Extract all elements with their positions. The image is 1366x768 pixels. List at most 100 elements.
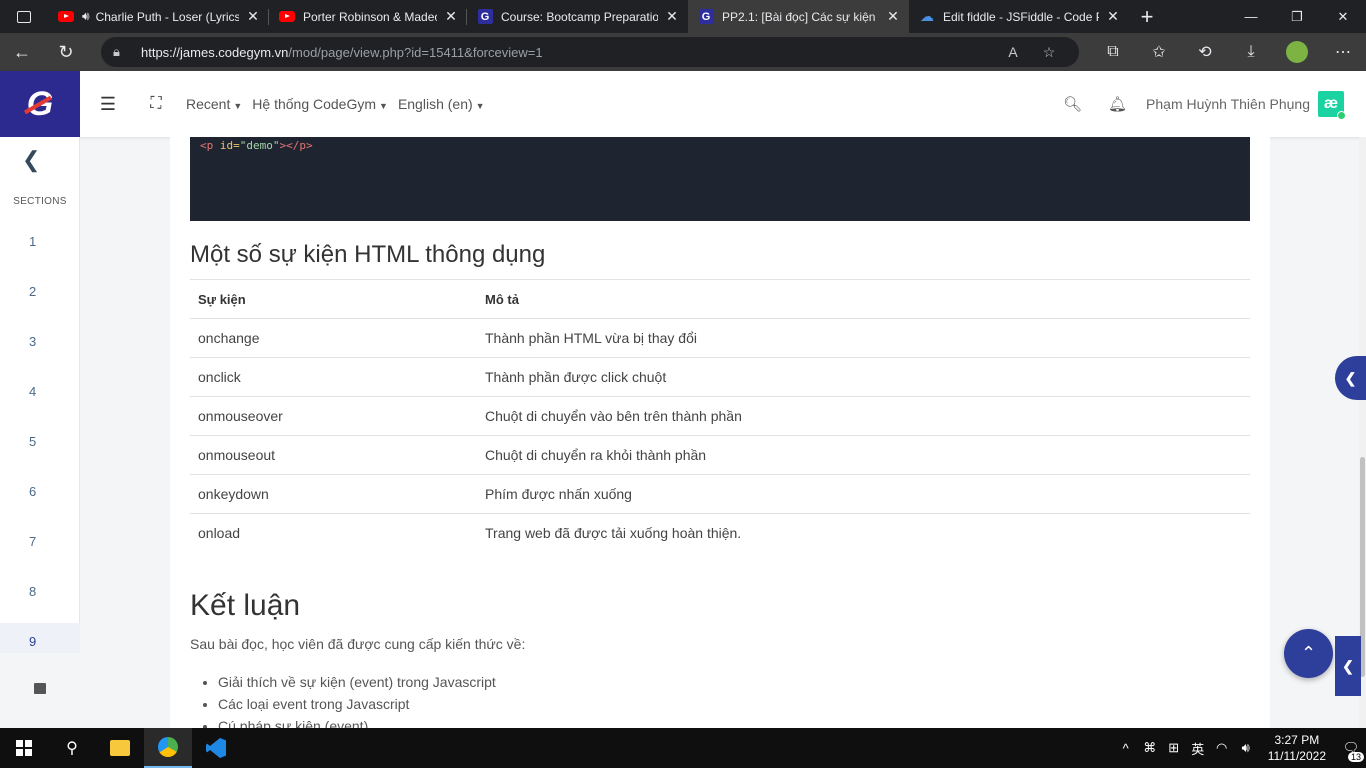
section-link[interactable]: 4: [0, 373, 80, 409]
close-icon: ✕: [1337, 8, 1349, 24]
close-icon[interactable]: ✕: [245, 8, 261, 25]
code-value: "demo": [239, 139, 280, 152]
tab-actions-button[interactable]: [0, 0, 48, 33]
wifi-icon[interactable]: ◠: [1210, 740, 1234, 756]
close-icon[interactable]: ✕: [664, 8, 680, 25]
new-tab-button[interactable]: +: [1129, 0, 1165, 33]
search-taskbar-button[interactable]: ⚲: [48, 728, 96, 768]
logo-mark: G: [26, 84, 54, 123]
caret-down-icon: ▼: [233, 101, 243, 111]
browser-tab[interactable]: G Course: Bootcamp Preparation ✕: [467, 0, 688, 33]
browser-tab[interactable]: 🔊︎ Charlie Puth - Loser (Lyrics) ✕: [48, 0, 269, 33]
close-window-button[interactable]: ✕: [1320, 0, 1366, 33]
event-name-cell: onload: [190, 513, 477, 553]
back-button[interactable]: ←: [0, 33, 44, 71]
clock[interactable]: 3:27 PM 11/11/2022: [1268, 732, 1326, 764]
downloads-button[interactable]: ⤓: [1228, 33, 1274, 71]
restore-button[interactable]: ❐: [1274, 0, 1320, 33]
ime-icon[interactable]: ⊞: [1162, 740, 1186, 756]
network-settings-icon[interactable]: ⌘: [1138, 740, 1162, 756]
conclusion-list: Giải thích về sự kiện (event) trong Java…: [218, 671, 496, 728]
chevron-left-icon[interactable]: ❮: [22, 147, 40, 173]
section-link[interactable]: 7: [0, 523, 80, 559]
notification-bell-icon[interactable]: 🔔︎: [1095, 95, 1140, 113]
section-link[interactable]: 5: [0, 423, 80, 459]
table-row: onmouseout Chuột di chuyển ra khỏi thành …: [190, 435, 1250, 475]
vscode-taskbar-button[interactable]: [192, 728, 240, 768]
youtube-icon: [279, 9, 295, 25]
archive-button[interactable]: [0, 653, 80, 728]
recent-menu[interactable]: Recent ▼: [186, 96, 242, 112]
event-desc-cell: Phím được nhấn xuống: [477, 474, 1250, 514]
audio-playing-icon[interactable]: 🔊︎: [82, 9, 90, 24]
close-icon[interactable]: ✕: [885, 8, 901, 25]
notification-center-button[interactable]: 🗨︎ 13: [1336, 740, 1366, 762]
download-icon: ⤓: [1247, 43, 1255, 60]
profile-avatar[interactable]: [1286, 41, 1308, 63]
table-row: onload Trang web đã được tải xuống hoàn t…: [190, 513, 1250, 553]
fullscreen-button[interactable]: ⛶: [136, 95, 176, 113]
volume-icon[interactable]: 🔊︎: [1234, 740, 1258, 756]
read-aloud-icon[interactable]: A: [995, 44, 1031, 60]
conclusion-heading: Kết luận: [190, 589, 301, 622]
extensions-button[interactable]: ⧉: [1090, 33, 1136, 71]
file-explorer-button[interactable]: [96, 728, 144, 768]
url-text[interactable]: https://james.codegym.vn/mod/page/view.p…: [141, 45, 995, 60]
start-button[interactable]: [0, 728, 48, 768]
browser-tab-active[interactable]: G PP2.1: [Bài đọc] Các sự kiện trong ✕: [688, 0, 909, 33]
section-link[interactable]: 6: [0, 473, 80, 509]
minimize-icon: —: [1244, 9, 1258, 24]
user-name[interactable]: Phạm Huỳnh Thiên Phụng: [1146, 96, 1310, 112]
section-link[interactable]: 1: [0, 223, 80, 259]
close-icon[interactable]: ✕: [443, 8, 459, 25]
plus-icon: +: [1140, 3, 1154, 29]
table-row: onclick Thành phần được click chuột: [190, 357, 1250, 397]
chevron-up-icon[interactable]: ^: [1114, 741, 1138, 756]
close-icon[interactable]: ✕: [1105, 8, 1121, 25]
column-header: Sự kiện: [190, 279, 477, 319]
open-block-drawer-button[interactable]: ❮: [1335, 636, 1361, 696]
codegym-logo[interactable]: G: [0, 71, 80, 137]
sections-label: SECTIONS: [13, 196, 67, 207]
scroll-to-top-button[interactable]: ⌃: [1284, 629, 1333, 678]
jsfiddle-icon: ☁︎: [920, 8, 934, 24]
event-name-cell: onmouseover: [190, 396, 477, 436]
browser-tab[interactable]: Porter Robinson & Madeon - ✕: [269, 0, 467, 33]
section-link[interactable]: 8: [0, 573, 80, 609]
event-name-cell: onclick: [190, 357, 477, 397]
language-icon[interactable]: 英: [1186, 739, 1210, 758]
search-icon: ⚲: [66, 740, 78, 757]
menu-toggle-button[interactable]: ☰: [80, 94, 136, 115]
event-name-cell: onmouseout: [190, 435, 477, 475]
user-avatar[interactable]: æ: [1318, 91, 1346, 120]
add-favorite-icon[interactable]: ☆: [1031, 44, 1067, 61]
open-drawer-button[interactable]: ❮: [1335, 356, 1366, 400]
codegym-icon: G: [698, 9, 714, 25]
system-tray: ^ ⌘ ⊞ 英 ◠ 🔊︎ 3:27 PM 11/11/2022 🗨︎ 13: [1114, 728, 1366, 768]
address-bar[interactable]: 🔒︎ https://james.codegym.vn/mod/page/vie…: [101, 37, 1079, 67]
tab-title: Charlie Puth - Loser (Lyrics): [95, 9, 239, 24]
browser-taskbar-button[interactable]: [144, 728, 192, 768]
youtube-icon: [58, 9, 74, 25]
table-row: onchange Thành phần HTML vừa bị thay đổi: [190, 318, 1250, 358]
reload-button[interactable]: ↻: [44, 33, 88, 71]
section-link[interactable]: 3: [0, 323, 80, 359]
folder-icon: [110, 740, 130, 756]
browser-tab[interactable]: ☁︎ Edit fiddle - JSFiddle - Code Playgro…: [909, 0, 1129, 33]
list-item: Các loại event trong Javascript: [218, 693, 496, 715]
caret-down-icon: ▼: [379, 101, 388, 111]
code-attr: id=: [219, 139, 240, 152]
settings-menu-button[interactable]: ⋯: [1320, 33, 1366, 71]
browser-toolbar: ← ↻ 🔒︎ https://james.codegym.vn/mod/page…: [0, 33, 1366, 71]
system-menu[interactable]: Hệ thống CodeGym ▼: [252, 96, 388, 112]
search-icon[interactable]: 🔍︎: [1050, 95, 1095, 113]
history-button[interactable]: ⟲: [1182, 33, 1228, 71]
minimize-button[interactable]: —: [1228, 0, 1274, 33]
windows-icon: [16, 740, 32, 756]
language-menu[interactable]: English (en) ▼: [398, 96, 485, 112]
section-link[interactable]: 2: [0, 273, 80, 309]
event-desc-cell: Trang web đã được tải xuống hoàn thiện.: [477, 513, 1250, 553]
favorites-button[interactable]: ✩: [1136, 33, 1182, 71]
archive-icon: [34, 683, 46, 694]
url-host: https://james.codegym.vn: [141, 44, 289, 60]
